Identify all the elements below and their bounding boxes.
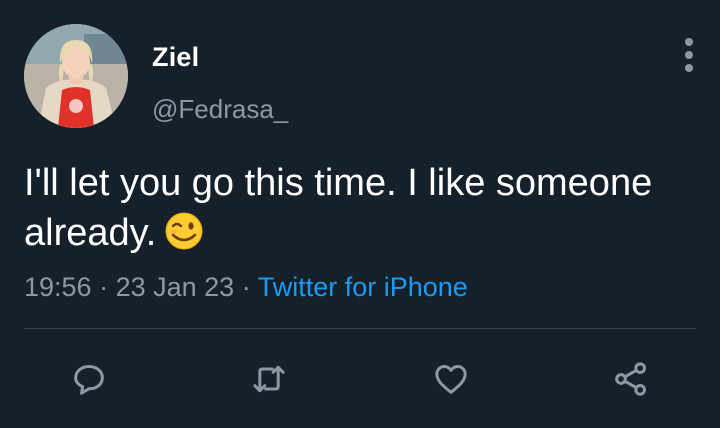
share-icon[interactable] [606,354,656,404]
tweet-time: 19:56 [24,272,92,302]
like-icon[interactable] [426,354,476,404]
tweet-meta: 19:56 · 23 Jan 23 · Twitter for iPhone [24,272,468,303]
winking-face-emoji-icon [164,211,204,251]
more-dot [685,64,693,72]
tweet-date: 23 Jan 23 [115,272,235,302]
reply-icon[interactable] [64,354,114,404]
meta-separator: · [234,272,258,302]
more-dot [685,38,693,46]
more-dot [685,51,693,59]
more-options-icon[interactable] [676,38,702,72]
divider [24,328,696,329]
tweet-action-bar [0,354,720,404]
username-handle[interactable]: @Fedrasa_ [152,94,288,125]
tweet-source-link[interactable]: Twitter for iPhone [258,272,468,302]
avatar[interactable] [24,24,128,128]
tweet-text: I'll let you go this time. I like someon… [24,158,694,258]
display-name[interactable]: Ziel [152,42,199,73]
retweet-icon[interactable] [244,354,294,404]
meta-separator: · [91,272,116,302]
tweet-text-content: I'll let you go this time. I like someon… [24,162,653,254]
